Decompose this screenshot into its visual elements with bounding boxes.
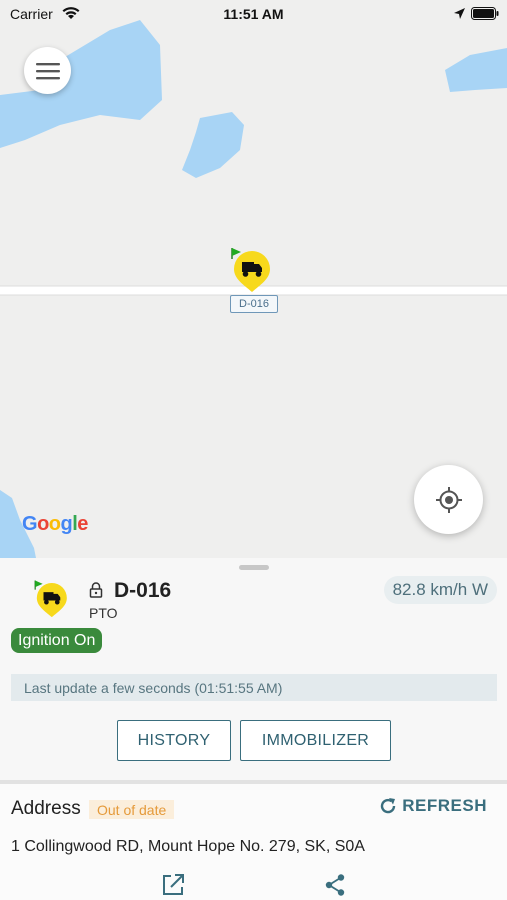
location-arrow-icon	[453, 7, 466, 25]
open-external-icon[interactable]	[161, 873, 185, 900]
vehicle-marker-icon[interactable]	[230, 245, 272, 293]
google-letter: e	[77, 513, 88, 535]
google-letter: G	[22, 513, 38, 535]
battery-icon	[471, 7, 499, 25]
my-location-button[interactable]	[414, 465, 483, 534]
menu-button[interactable]	[24, 47, 71, 94]
address-label: Address	[11, 798, 81, 819]
google-letter: o	[37, 513, 49, 535]
refresh-button[interactable]: REFRESH	[378, 796, 487, 816]
my-location-icon	[435, 486, 462, 513]
address-text: 1 Collingwood RD, Mount Hope No. 279, SK…	[11, 838, 365, 855]
refresh-icon	[381, 798, 396, 814]
google-letter: o	[48, 513, 61, 535]
share-icon[interactable]	[323, 873, 347, 900]
map-view[interactable]: D-016 Google	[0, 0, 507, 558]
google-attribution: Google	[22, 513, 88, 536]
sheet-drag-handle[interactable]	[239, 565, 269, 570]
lock-icon	[89, 582, 103, 603]
history-button[interactable]: HISTORY	[117, 720, 231, 761]
address-status-badge: Out of date	[89, 800, 175, 819]
vehicle-name: D-016	[114, 579, 172, 602]
refresh-label: REFRESH	[402, 796, 487, 815]
immobilizer-button[interactable]: IMMOBILIZER	[240, 720, 391, 761]
menu-icon	[35, 62, 60, 79]
map-vehicle-label: D-016	[230, 295, 278, 313]
vehicle-marker-icon	[32, 578, 70, 618]
speed-badge: 82.8 km/h W	[383, 576, 497, 604]
address-section: Address Out of date REFRESH 1 Collingwoo…	[0, 784, 507, 900]
google-letter: g	[60, 513, 73, 535]
vehicle-detail-sheet: D-016 PTO 82.8 km/h W Ignition On Last u…	[0, 558, 507, 900]
status-bar: Carrier 11:51 AM	[0, 0, 507, 30]
ignition-status-badge: Ignition On	[11, 628, 103, 653]
status-time: 11:51 AM	[223, 6, 284, 22]
vehicle-subtitle: PTO	[89, 605, 118, 621]
last-update-text: Last update a few seconds (01:51:55 AM)	[11, 674, 497, 701]
